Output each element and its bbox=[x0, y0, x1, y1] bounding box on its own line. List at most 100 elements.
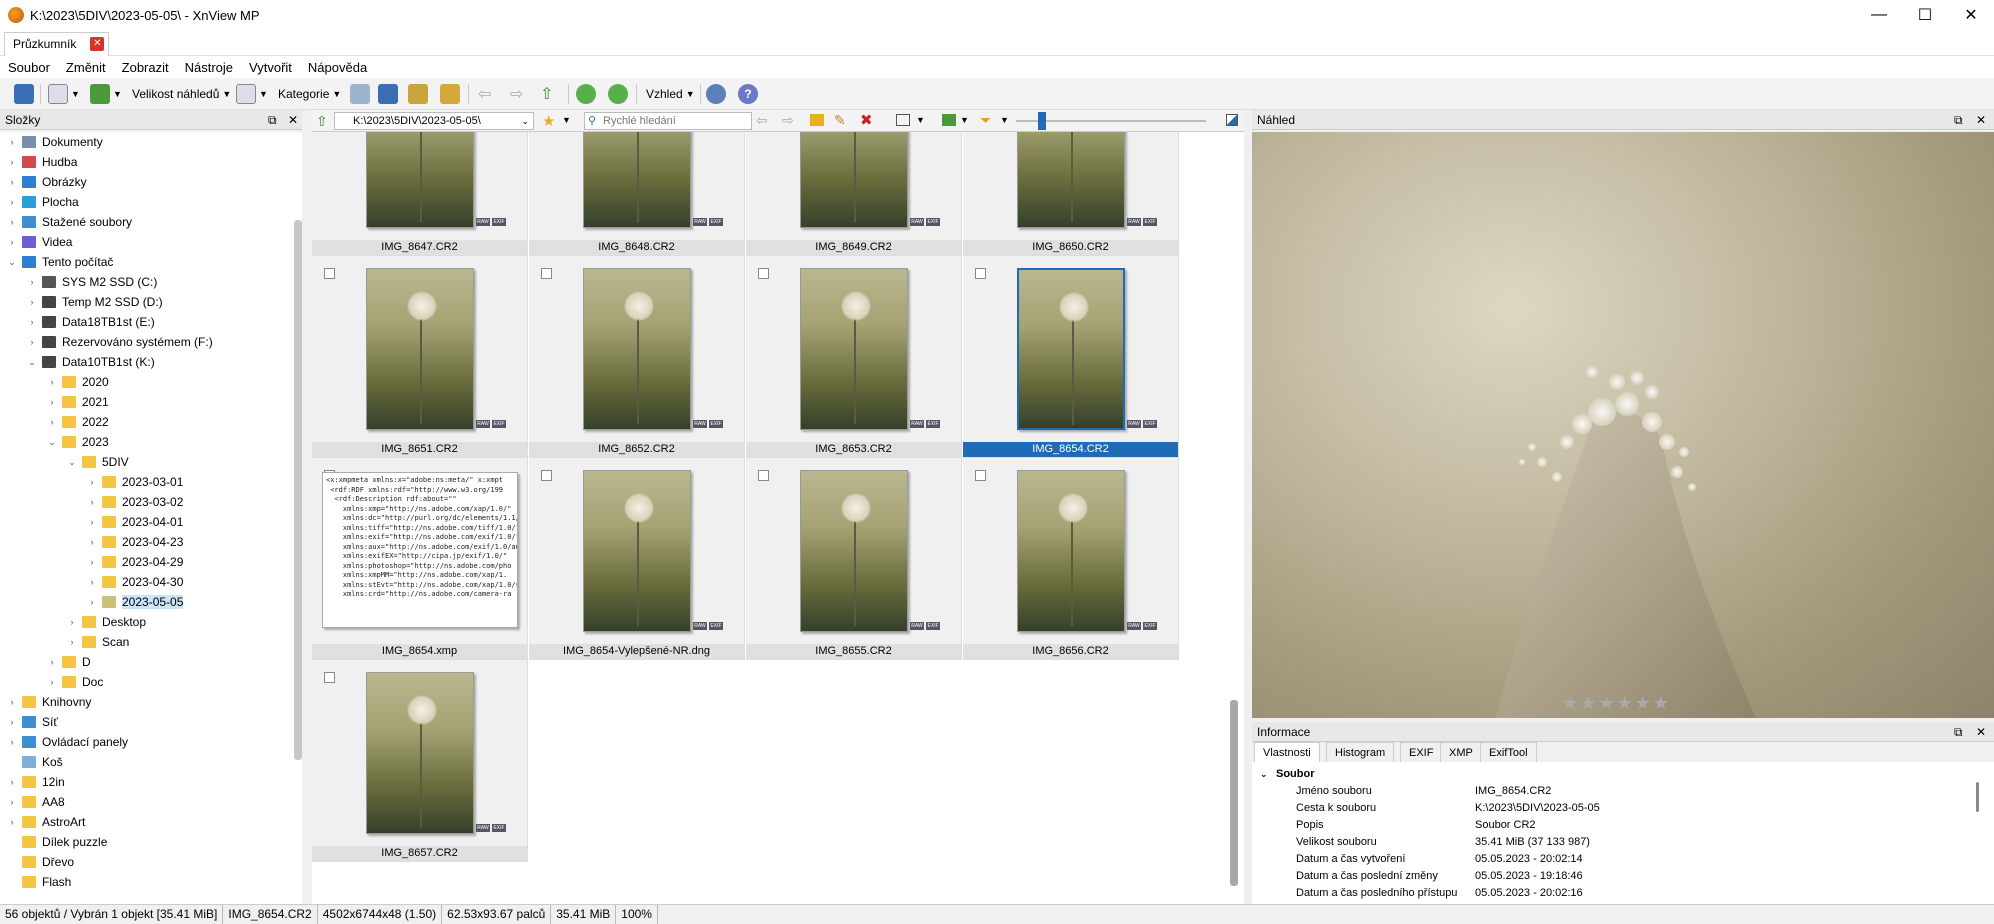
tab-xmp[interactable]: XMP bbox=[1440, 742, 1482, 762]
menu-view[interactable]: Zobrazit bbox=[122, 60, 169, 75]
rating-stars[interactable]: ★ ★ ★ ★ ★ ★ bbox=[1562, 694, 1669, 712]
chevron-right-icon[interactable]: › bbox=[86, 577, 98, 587]
chevron-right-icon[interactable]: › bbox=[86, 597, 98, 607]
thumbnail-item[interactable]: RAW EXIF IMG_8650.CR2 bbox=[963, 132, 1179, 256]
chevron-right-icon[interactable]: › bbox=[86, 557, 98, 567]
select-checkbox[interactable] bbox=[758, 268, 769, 279]
sort-icon[interactable] bbox=[942, 114, 956, 126]
back-icon[interactable]: ⇦ bbox=[478, 84, 491, 104]
tree-item[interactable]: › Hudba bbox=[6, 152, 78, 172]
chevron-right-icon[interactable]: › bbox=[6, 177, 18, 187]
chevron-right-icon[interactable]: › bbox=[66, 637, 78, 647]
chevron-right-icon[interactable]: › bbox=[6, 237, 18, 247]
pin-icon[interactable]: ⧉ bbox=[268, 110, 277, 130]
menu-tools[interactable]: Nástroje bbox=[185, 60, 233, 75]
chevron-right-icon[interactable]: › bbox=[6, 697, 18, 707]
edit-icon[interactable]: ✎ bbox=[834, 112, 846, 129]
sort-icon[interactable] bbox=[90, 84, 110, 104]
tree-item[interactable]: › SYS M2 SSD (C:) bbox=[26, 272, 158, 292]
menu-create[interactable]: Vytvořit bbox=[249, 60, 292, 75]
tree-item[interactable]: › 2023-03-02 bbox=[86, 492, 184, 512]
delete-icon[interactable]: ✖ bbox=[860, 111, 873, 129]
close-icon[interactable]: ✕ bbox=[1976, 722, 1986, 742]
info-scrollbar[interactable] bbox=[1976, 782, 1979, 812]
tree-item[interactable]: › 2020 bbox=[46, 372, 109, 392]
thumbnail-item[interactable]: RAW EXIF IMG_8654-Vylepšené-NR.dng bbox=[529, 458, 745, 660]
tree-item[interactable]: › Plocha bbox=[6, 192, 79, 212]
up-icon[interactable]: ⇧ bbox=[540, 84, 553, 104]
chevron-down-icon[interactable]: ▼ bbox=[960, 115, 969, 125]
chevron-right-icon[interactable]: › bbox=[46, 377, 58, 387]
tree-item[interactable]: Dílek puzzle bbox=[6, 832, 107, 852]
tree-item[interactable]: Dřevo bbox=[6, 852, 74, 872]
chevron-down-icon[interactable]: ▼ bbox=[562, 115, 571, 125]
tree-scrollbar[interactable] bbox=[294, 220, 302, 760]
tree-item[interactable]: › Scan bbox=[66, 632, 130, 652]
chevron-right-icon[interactable]: › bbox=[66, 617, 78, 627]
category-dropdown[interactable]: Kategorie ▼ bbox=[278, 84, 341, 104]
chevron-right-icon[interactable]: › bbox=[46, 397, 58, 407]
thumbnail-item[interactable]: RAW EXIF IMG_8657.CR2 bbox=[312, 660, 528, 862]
tree-item[interactable]: › Doc bbox=[46, 672, 104, 692]
chevron-right-icon[interactable]: › bbox=[6, 157, 18, 167]
pin-icon[interactable]: ⧉ bbox=[1954, 110, 1963, 130]
thumbnail-item[interactable]: RAW EXIF IMG_8654.CR2 bbox=[963, 256, 1179, 458]
thumbnail-item[interactable]: RAW EXIF IMG_8651.CR2 bbox=[312, 256, 528, 458]
tree-item[interactable]: ⌄ 5DIV bbox=[66, 452, 128, 472]
chevron-right-icon[interactable]: › bbox=[6, 797, 18, 807]
thumbnail-item[interactable]: RAW EXIF IMG_8653.CR2 bbox=[746, 256, 962, 458]
chevron-right-icon[interactable]: › bbox=[86, 517, 98, 527]
tree-item[interactable]: ⌄ 2023 bbox=[46, 432, 108, 452]
maximize-button[interactable]: ☐ bbox=[1902, 0, 1948, 30]
zoom-slider-handle[interactable] bbox=[1038, 112, 1046, 130]
layout-icon[interactable] bbox=[236, 84, 256, 104]
path-input[interactable]: K:\2023\5DIV\2023-05-05\ ⌄ bbox=[334, 112, 534, 130]
back-icon[interactable]: ⇦ bbox=[756, 112, 768, 129]
chevron-right-icon[interactable]: › bbox=[6, 777, 18, 787]
view-mode-icon[interactable] bbox=[48, 84, 68, 104]
tree-item[interactable]: › 12in bbox=[6, 772, 65, 792]
star-icon[interactable]: ★ bbox=[1635, 694, 1651, 712]
info-section[interactable]: ⌄ Soubor bbox=[1252, 766, 1994, 783]
tree-item[interactable]: › Data18TB1st (E:) bbox=[26, 312, 155, 332]
tree-item[interactable]: › Dokumenty bbox=[6, 132, 103, 152]
star-icon[interactable]: ★ bbox=[1653, 694, 1669, 712]
thumb-size-dropdown[interactable]: Velikost náhledů ▼ bbox=[132, 84, 231, 104]
thumbnail-item[interactable]: RAW EXIF IMG_8647.CR2 bbox=[312, 132, 528, 256]
sync-icon[interactable] bbox=[608, 84, 628, 104]
tree-item[interactable]: › Videa bbox=[6, 232, 73, 252]
close-button[interactable]: ✕ bbox=[1948, 0, 1994, 30]
up-icon[interactable]: ⇧ bbox=[316, 113, 328, 130]
tree-item[interactable]: › 2023-03-01 bbox=[86, 472, 184, 492]
chevron-right-icon[interactable]: › bbox=[86, 537, 98, 547]
chevron-right-icon[interactable]: › bbox=[86, 477, 98, 487]
chevron-down-icon[interactable]: ⌄ bbox=[521, 113, 529, 129]
tree-item[interactable]: ⌄ Data10TB1st (K:) bbox=[26, 352, 154, 372]
new-folder-icon[interactable] bbox=[810, 114, 824, 126]
slideshow-icon[interactable] bbox=[440, 84, 460, 104]
chevron-right-icon[interactable]: › bbox=[26, 337, 38, 347]
tree-item[interactable]: › Obrázky bbox=[6, 172, 87, 192]
tree-item[interactable]: › 2023-04-30 bbox=[86, 572, 184, 592]
thumbnail-item[interactable]: RAW EXIF IMG_8655.CR2 bbox=[746, 458, 962, 660]
select-checkbox[interactable] bbox=[324, 268, 335, 279]
chevron-down-icon[interactable]: ▼ bbox=[71, 89, 80, 99]
chevron-down-icon[interactable]: ▼ bbox=[113, 89, 122, 99]
forward-icon[interactable]: ⇨ bbox=[510, 84, 523, 104]
chevron-right-icon[interactable]: › bbox=[6, 197, 18, 207]
close-icon[interactable]: ✕ bbox=[288, 110, 298, 130]
select-checkbox[interactable] bbox=[975, 470, 986, 481]
tab-histogram[interactable]: Histogram bbox=[1326, 742, 1395, 762]
tree-item[interactable]: › 2023-04-29 bbox=[86, 552, 184, 572]
tab-exif[interactable]: EXIF bbox=[1400, 742, 1443, 762]
select-checkbox[interactable] bbox=[541, 268, 552, 279]
fit-icon[interactable] bbox=[1226, 114, 1238, 126]
close-icon[interactable]: ✕ bbox=[1976, 110, 1986, 130]
tree-item[interactable]: › AA8 bbox=[6, 792, 65, 812]
star-icon[interactable]: ★ bbox=[1580, 694, 1596, 712]
pin-icon[interactable]: ⧉ bbox=[1954, 722, 1963, 742]
chevron-down-icon[interactable]: ▼ bbox=[916, 115, 925, 125]
chevron-right-icon[interactable]: › bbox=[6, 717, 18, 727]
thumbnail-item[interactable]: RAW EXIF IMG_8649.CR2 bbox=[746, 132, 962, 256]
tree-item[interactable]: › D bbox=[46, 652, 91, 672]
